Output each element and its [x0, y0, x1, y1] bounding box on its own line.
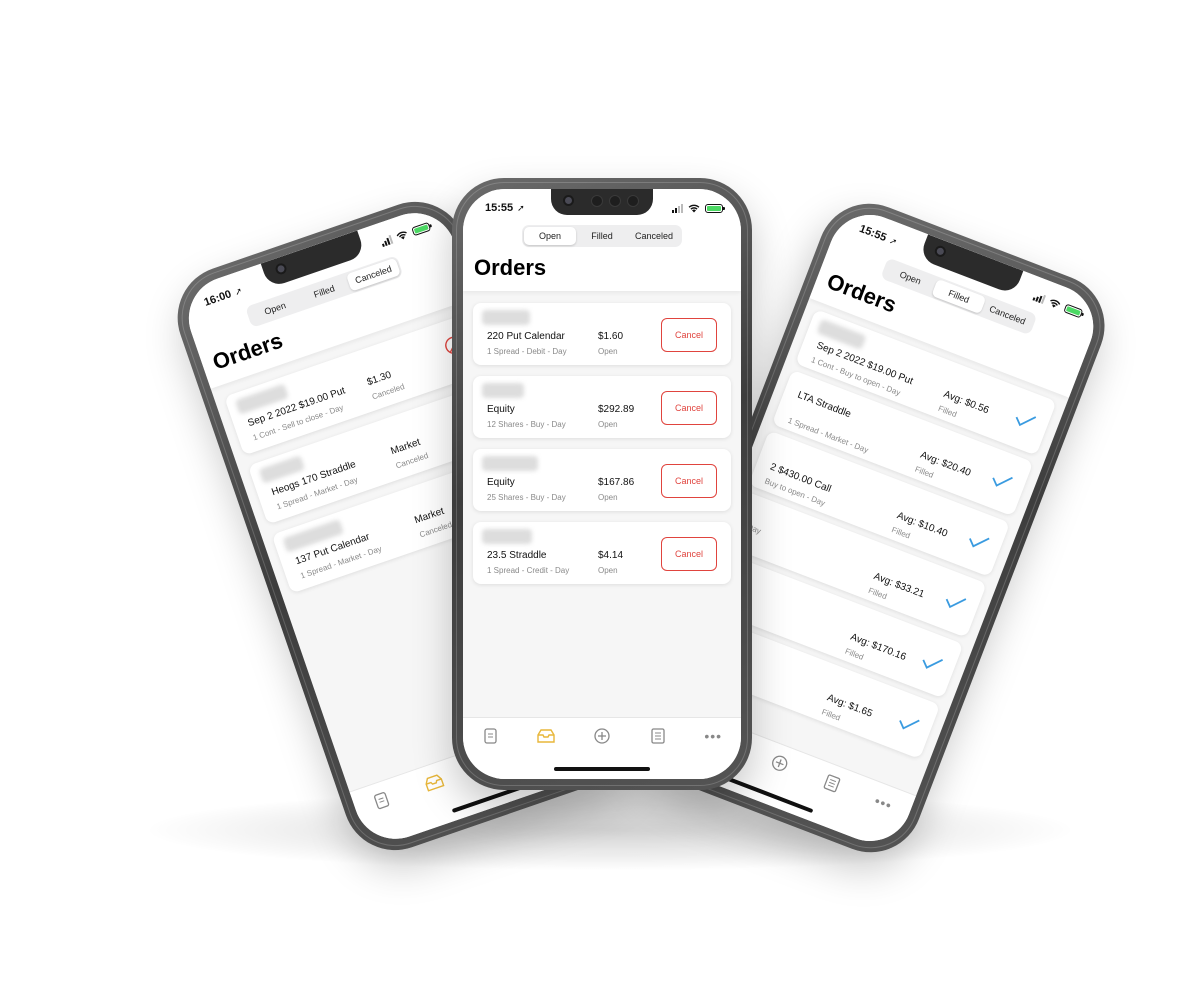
order-status: Filled	[867, 585, 889, 602]
order-price: $4.14	[598, 550, 624, 561]
redacted-symbol	[482, 310, 530, 325]
redacted-symbol	[482, 529, 532, 544]
redacted-symbol	[482, 456, 538, 471]
order-status: Filled	[936, 403, 958, 420]
order-name: 220 Put Calendar	[487, 331, 565, 342]
order-price: $1.60	[598, 331, 624, 342]
order-detail: 25 Shares - Buy - Day	[487, 493, 566, 502]
order-card[interactable]: Equity 12 Shares - Buy - Day $292.89 Ope…	[473, 376, 731, 438]
order-price: $167.86	[598, 477, 635, 488]
location-icon: ➚	[233, 285, 244, 297]
tab-canceled[interactable]: Canceled	[980, 297, 1035, 332]
cancel-order-button[interactable]: Cancel	[661, 464, 717, 498]
wifi-icon	[396, 231, 407, 239]
redacted-symbol	[482, 383, 524, 398]
home-indicator	[554, 767, 650, 771]
watchlist-icon[interactable]	[367, 785, 398, 816]
tab-canceled[interactable]: Canceled	[345, 257, 401, 292]
status-time: 15:55	[485, 202, 514, 214]
positions-icon[interactable]	[816, 768, 847, 799]
order-card[interactable]: Equity 25 Shares - Buy - Day $167.86 Ope…	[473, 449, 731, 511]
battery-icon	[705, 203, 725, 213]
battery-icon	[1063, 303, 1084, 318]
new-order-icon[interactable]	[590, 724, 614, 748]
order-status: Open	[598, 420, 618, 429]
tab-canceled[interactable]: Canceled	[628, 227, 680, 245]
status-time: 15:55	[857, 222, 889, 245]
order-name: 23.5 Straddle	[487, 550, 547, 561]
order-name: LTA Straddle	[795, 389, 853, 421]
tab-filled[interactable]: Filled	[931, 278, 987, 315]
order-detail: 1 Spread - Credit - Day	[487, 566, 570, 575]
order-price: $292.89	[598, 404, 635, 415]
tab-filled[interactable]: Filled	[576, 227, 628, 245]
status-time: 16:00	[202, 288, 234, 309]
phone-screen: 15:55 ➚ Open Filled Canceled Orders 220 P…	[463, 189, 741, 779]
order-detail: 1 Spread - Debit - Day	[487, 347, 567, 356]
tab-open[interactable]: Open	[524, 227, 576, 245]
order-status-tabs[interactable]: Open Filled Canceled	[522, 225, 682, 247]
order-card[interactable]: 23.5 Straddle 1 Spread - Credit - Day $4…	[473, 522, 731, 584]
signal-icon	[672, 203, 683, 213]
order-status: Filled	[890, 525, 912, 541]
new-order-icon[interactable]	[764, 748, 795, 779]
more-icon[interactable]: •••	[701, 724, 725, 748]
orders-icon[interactable]	[534, 724, 558, 748]
filled-check-icon	[1015, 416, 1037, 427]
order-card[interactable]: 220 Put Calendar 1 Spread - Debit - Day …	[473, 303, 731, 365]
order-status: Filled	[820, 707, 842, 723]
page-title: Orders	[474, 255, 547, 280]
filled-check-icon	[992, 476, 1013, 487]
order-detail: 12 Shares - Buy - Day	[487, 420, 566, 429]
more-icon[interactable]: •••	[868, 788, 899, 819]
tab-open[interactable]: Open	[248, 291, 303, 325]
order-status: Filled	[843, 646, 865, 662]
tab-filled[interactable]: Filled	[297, 275, 352, 309]
camera	[274, 261, 289, 276]
wifi-icon	[688, 204, 700, 212]
order-list: 220 Put Calendar 1 Spread - Debit - Day …	[463, 291, 741, 584]
battery-icon	[411, 221, 432, 236]
order-status: Open	[598, 566, 618, 575]
location-icon: ➚	[888, 234, 899, 247]
signal-icon	[1032, 291, 1047, 304]
camera	[563, 195, 574, 206]
wifi-icon	[1050, 299, 1061, 308]
filled-check-icon	[969, 537, 990, 548]
watchlist-icon[interactable]	[479, 724, 503, 748]
orders-icon[interactable]	[419, 767, 450, 798]
camera	[933, 244, 948, 259]
phone-open-orders: 15:55 ➚ Open Filled Canceled Orders 220 P…	[452, 178, 752, 790]
sensor	[627, 195, 639, 207]
order-status: Open	[598, 347, 618, 356]
positions-icon[interactable]	[646, 724, 670, 748]
sensor	[591, 195, 603, 207]
cancel-order-button[interactable]: Cancel	[661, 391, 717, 425]
order-name: Equity	[487, 477, 515, 488]
order-status: Open	[598, 493, 618, 502]
filled-check-icon	[899, 719, 920, 730]
floor-shadow	[150, 790, 1070, 870]
filled-check-icon	[945, 598, 967, 609]
location-icon: ➚	[517, 202, 525, 213]
notch	[551, 189, 653, 215]
filled-check-icon	[922, 658, 943, 669]
sensor	[609, 195, 621, 207]
cancel-order-button[interactable]: Cancel	[661, 537, 717, 571]
order-status: Filled	[913, 464, 935, 480]
cancel-order-button[interactable]: Cancel	[661, 318, 717, 352]
order-name: Equity	[487, 404, 515, 415]
signal-icon	[380, 234, 394, 247]
